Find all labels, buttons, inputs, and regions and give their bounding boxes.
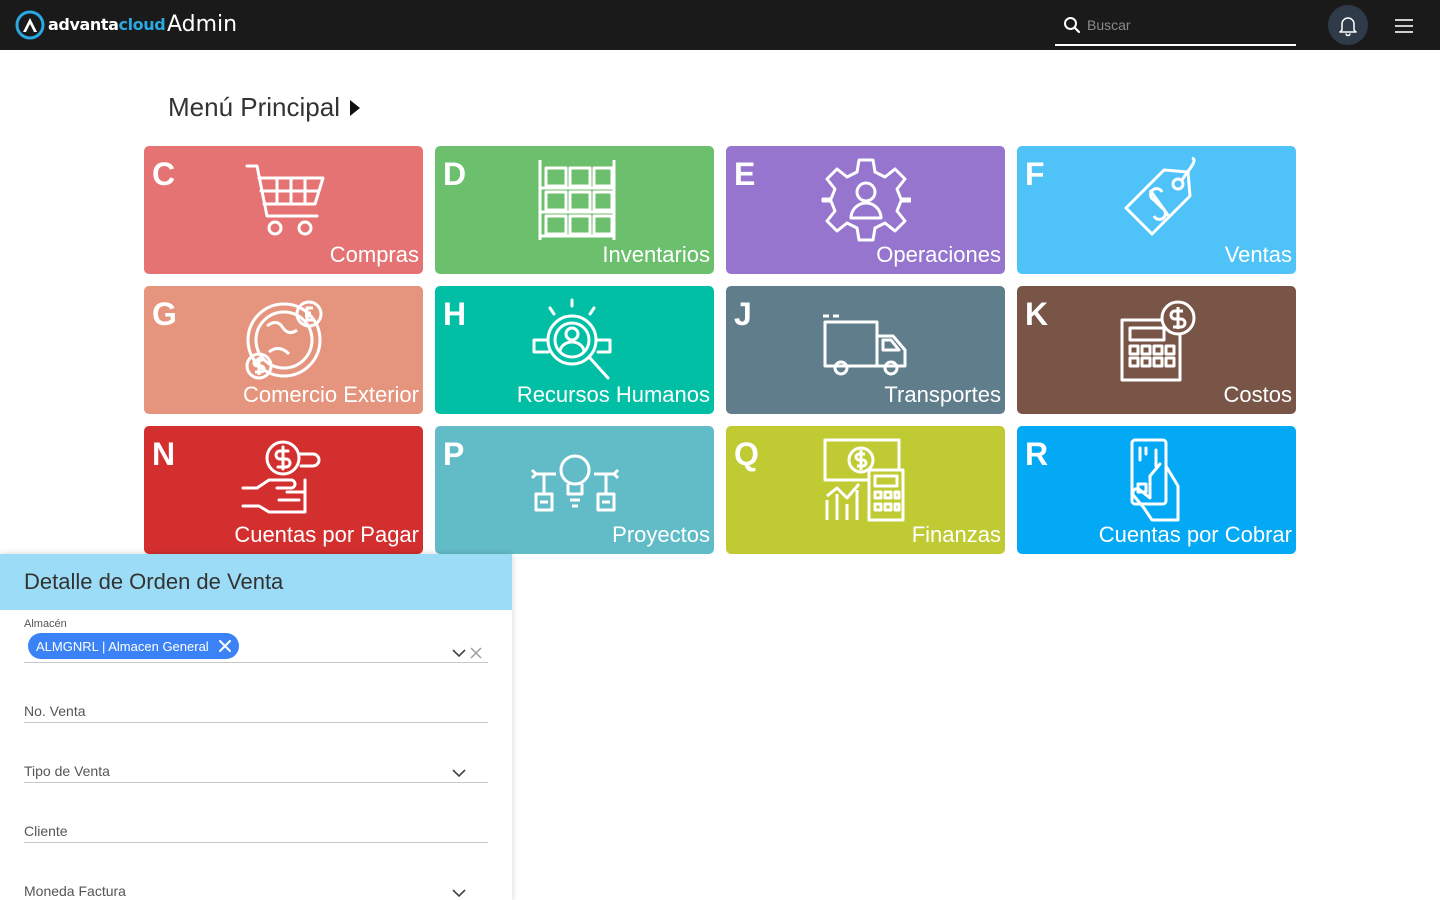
tile-key: K xyxy=(1025,296,1049,332)
tile-label: Inventarios xyxy=(602,242,710,267)
hand-coin-icon xyxy=(239,436,329,524)
almacen-label: Almacén xyxy=(24,618,67,630)
search-box[interactable] xyxy=(1055,6,1296,46)
tile-key: N xyxy=(152,436,176,472)
chevron-down-icon[interactable] xyxy=(452,888,466,898)
caret-right-icon xyxy=(349,99,360,116)
advanta-logo-icon xyxy=(15,10,45,40)
moneda-factura-label: Moneda Factura xyxy=(24,883,126,899)
calculator-coin-icon xyxy=(1112,296,1202,384)
notifications-button[interactable] xyxy=(1328,5,1368,45)
tile-label: Cuentas por Cobrar xyxy=(1098,522,1292,547)
tile-ventas[interactable]: F Ventas xyxy=(1017,146,1296,274)
almacen-chip: ALMGNRL | Almacen General xyxy=(28,633,239,659)
tile-label: Cuentas por Pagar xyxy=(234,522,419,547)
brand-name: advantacloud xyxy=(48,15,166,34)
tile-key: D xyxy=(443,156,467,192)
tile-key: Q xyxy=(734,436,759,472)
truck-icon xyxy=(821,296,911,384)
remove-chip-icon[interactable] xyxy=(218,640,231,652)
tile-label: Finanzas xyxy=(911,522,1001,547)
sales-order-detail-panel: Detalle de Orden de Venta Almacén ALMGNR… xyxy=(0,554,512,900)
no-venta-label: No. Venta xyxy=(24,703,86,719)
bell-icon xyxy=(1339,17,1357,37)
tile-label: Transportes xyxy=(884,382,1001,407)
tile-key: G xyxy=(152,296,177,332)
tile-proyectos[interactable]: P Proyectos xyxy=(435,426,714,554)
tile-label: Ventas xyxy=(1224,242,1292,267)
tile-label: Comercio Exterior xyxy=(242,382,419,407)
hamburger-menu-icon[interactable] xyxy=(1392,15,1416,37)
almacen-select[interactable]: Almacén ALMGNRL | Almacen General xyxy=(24,618,488,663)
tile-operaciones[interactable]: E Operaciones xyxy=(726,146,1005,274)
app-title: Admin xyxy=(167,12,238,37)
cliente-label: Cliente xyxy=(24,823,68,839)
shopping-cart-icon xyxy=(239,156,329,244)
tile-compras[interactable]: C Compras xyxy=(144,146,423,274)
top-bar: advantacloud Admin xyxy=(0,0,1440,50)
search-icon xyxy=(1064,17,1081,34)
cliente-field[interactable]: Cliente xyxy=(24,814,488,843)
moneda-factura-select[interactable]: Moneda Factura xyxy=(24,874,488,900)
finance-chart-icon xyxy=(821,436,911,524)
tile-cuentas-por-pagar[interactable]: N Cuentas por Pagar xyxy=(144,426,423,554)
tile-cuentas-por-cobrar[interactable]: R Cuentas por Cobrar xyxy=(1017,426,1296,554)
tile-key: E xyxy=(734,156,756,192)
tile-label: Proyectos xyxy=(612,522,710,547)
chevron-down-icon[interactable] xyxy=(452,768,466,778)
tile-key: H xyxy=(443,296,467,332)
brand-logo[interactable]: advantacloud xyxy=(15,10,166,40)
hand-card-icon xyxy=(1112,436,1202,524)
tile-key: J xyxy=(734,296,752,332)
page-title: Menú Principal xyxy=(168,92,360,123)
tile-key: P xyxy=(443,436,465,472)
panel-header: Detalle de Orden de Venta xyxy=(0,554,512,610)
tipo-venta-select[interactable]: Tipo de Venta xyxy=(24,754,488,783)
tipo-venta-label: Tipo de Venta xyxy=(24,763,110,779)
globe-currency-icon xyxy=(239,296,329,384)
tile-inventarios[interactable]: D Inventarios xyxy=(435,146,714,274)
tile-transportes[interactable]: J Transportes xyxy=(726,286,1005,414)
tile-label: Costos xyxy=(1223,382,1292,407)
tile-recursos-humanos[interactable]: H Recursos Humanos xyxy=(435,286,714,414)
person-search-icon xyxy=(530,296,620,384)
panel-title: Detalle de Orden de Venta xyxy=(24,569,284,594)
price-tag-icon xyxy=(1112,156,1202,244)
boxes-shelf-icon xyxy=(530,156,620,244)
lightbulb-project-icon xyxy=(530,436,620,524)
clear-icon[interactable] xyxy=(470,647,482,659)
tile-key: R xyxy=(1025,436,1049,472)
tile-key: C xyxy=(152,156,176,192)
tile-label: Compras xyxy=(329,242,419,267)
search-input[interactable] xyxy=(1087,12,1287,38)
tile-costos[interactable]: K Costos xyxy=(1017,286,1296,414)
almacen-chip-text: ALMGNRL | Almacen General xyxy=(36,638,209,654)
tile-comercio-exterior[interactable]: G Comercio Exterior xyxy=(144,286,423,414)
tile-finanzas[interactable]: Q Finanzas xyxy=(726,426,1005,554)
chevron-down-icon[interactable] xyxy=(452,648,466,658)
tile-label: Operaciones xyxy=(876,242,1001,267)
no-venta-field[interactable]: No. Venta xyxy=(24,694,488,723)
gear-person-icon xyxy=(821,156,911,244)
tile-label: Recursos Humanos xyxy=(516,382,710,407)
tile-key: F xyxy=(1025,156,1045,192)
